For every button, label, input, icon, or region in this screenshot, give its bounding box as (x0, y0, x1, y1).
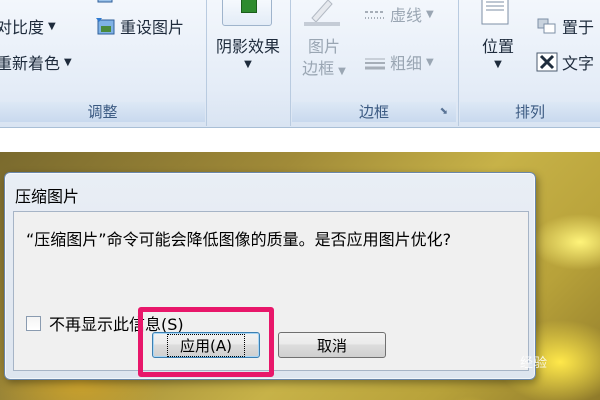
border-group: 图片 边框 ▼ 虚线 ▼ 粗细 ▼ 边框 ⬊ (292, 0, 456, 126)
picture-border-label-line2: 边框 (302, 59, 335, 78)
border-group-label-text: 边框 (358, 103, 389, 121)
arrange-group-label: 排列 (460, 102, 600, 122)
apply-button[interactable]: 应用(A) (152, 332, 260, 358)
bring-to-front-icon (536, 17, 558, 35)
arrange-group: 位置 ▼ 置于 文字 排列 (460, 0, 600, 126)
chevron-down-icon: ▼ (64, 56, 72, 68)
dialog-launcher-icon[interactable]: ⬊ (440, 102, 448, 122)
chevron-down-icon: ▼ (426, 56, 434, 68)
picture-border-label-line1: 图片 (307, 37, 340, 56)
adjust-group: 对比度 ▼ 重新着色 ▼ 重设图片 调整 (0, 0, 205, 126)
cancel-button[interactable]: 取消 (278, 332, 386, 358)
compress-pictures-dialog: 压缩图片 “压缩图片”命令可能会降低图像的质量。是否应用图片优化? 不再显示此信… (4, 172, 536, 380)
picture-border-label-line2-wrap: 边框 ▼ (292, 58, 356, 83)
adjust-group-label: 调整 (0, 102, 205, 122)
bring-to-front-button[interactable]: 置于 (536, 14, 594, 38)
ribbon: 对比度 ▼ 重新着色 ▼ 重设图片 调整 阴影效果 ▼ 图片 边框 ▼ 虚线 ▼… (0, 0, 600, 128)
line-weight-icon (364, 55, 386, 70)
shadow-effects-button[interactable]: 阴影效果 ▼ (208, 36, 288, 72)
chevron-down-icon: ▼ (426, 8, 434, 20)
recolor-label: 重新着色 (0, 54, 61, 73)
dashes-label: 虚线 (390, 6, 423, 25)
recolor-button[interactable]: 重新着色 ▼ (0, 50, 72, 74)
shadow-effects-group: 阴影效果 ▼ (208, 0, 288, 126)
chevron-down-icon: ▼ (244, 59, 252, 70)
chevron-down-icon: ▼ (48, 20, 56, 32)
chevron-down-icon: ▼ (338, 66, 346, 77)
dialog-message: “压缩图片”命令可能会降低图像的质量。是否应用图片优化? (26, 230, 452, 249)
cancel-button-label: 取消 (316, 336, 347, 355)
change-picture-icon (94, 0, 116, 8)
apply-button-label: 应用(A) (167, 333, 245, 357)
watermark: 经验 (520, 356, 549, 371)
text-wrap-label: 文字 (562, 54, 595, 73)
weight-label: 粗细 (390, 54, 423, 73)
picture-border-icon (302, 0, 342, 26)
picture-border-button[interactable]: 图片 边框 ▼ (292, 36, 356, 83)
reset-picture-label: 重设图片 (120, 18, 185, 37)
change-picture-button[interactable] (94, 0, 116, 8)
dialog-title: 压缩图片 (15, 187, 80, 206)
contrast-label: 对比度 (0, 18, 45, 37)
weight-button[interactable]: 粗细 ▼ (364, 50, 434, 74)
text-wrap-icon (536, 52, 558, 72)
border-group-label: 边框 ⬊ (292, 102, 456, 122)
dont-show-again-checkbox[interactable] (26, 315, 41, 331)
bring-to-front-label: 置于 (562, 18, 595, 37)
dashes-button[interactable]: 虚线 ▼ (364, 2, 434, 26)
reset-picture-icon (94, 16, 116, 36)
group-divider (290, 0, 291, 126)
dialog-body: “压缩图片”命令可能会降低图像的质量。是否应用图片优化? 不再显示此信息(S) (13, 211, 529, 371)
dashes-icon (364, 7, 386, 21)
group-divider (206, 0, 207, 126)
group-divider (458, 0, 459, 126)
reset-picture-button[interactable]: 重设图片 (94, 14, 184, 38)
position-icon (478, 0, 512, 26)
position-button[interactable]: 位置 ▼ (474, 36, 522, 72)
shadow-effects-icon (222, 0, 272, 26)
chevron-down-icon: ▼ (494, 59, 502, 70)
text-wrap-button[interactable]: 文字 (536, 50, 594, 74)
contrast-button[interactable]: 对比度 ▼ (0, 14, 56, 38)
position-label: 位置 (481, 37, 514, 56)
shadow-effects-label: 阴影效果 (215, 37, 280, 56)
